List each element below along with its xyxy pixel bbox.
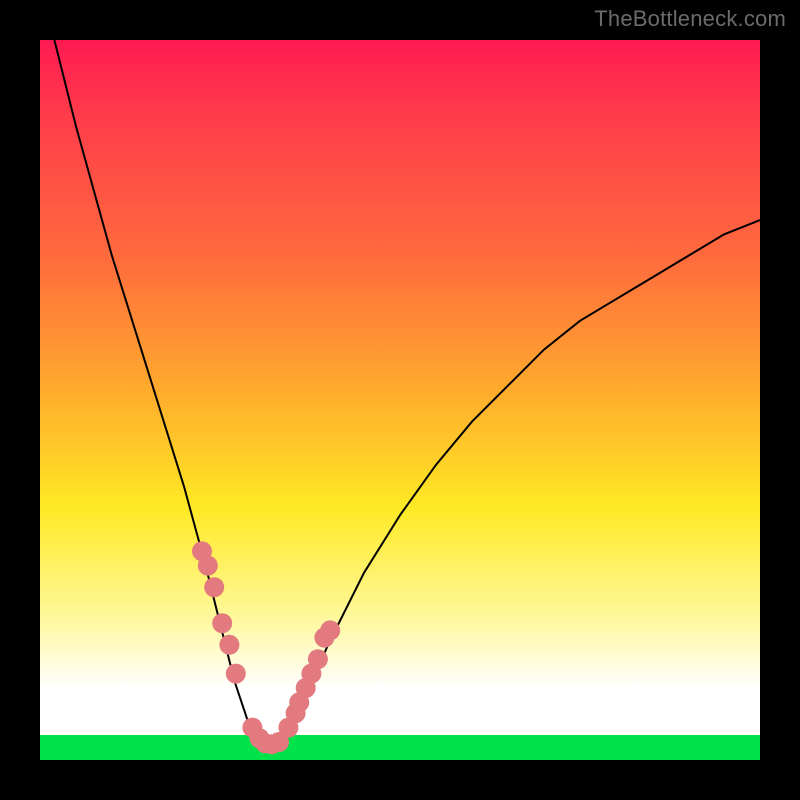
highlight-dots xyxy=(192,541,340,754)
watermark-text: TheBottleneck.com xyxy=(594,6,786,32)
chart-svg xyxy=(40,40,760,760)
chart-frame: TheBottleneck.com xyxy=(0,0,800,800)
curve-path xyxy=(54,40,760,746)
plot-area xyxy=(40,40,760,760)
highlight-dot xyxy=(226,664,246,684)
highlight-dot xyxy=(212,613,232,633)
highlight-dot xyxy=(219,635,239,655)
highlight-dot xyxy=(198,556,218,576)
highlight-dot xyxy=(308,649,328,669)
highlight-dot xyxy=(320,620,340,640)
highlight-dot xyxy=(204,577,224,597)
